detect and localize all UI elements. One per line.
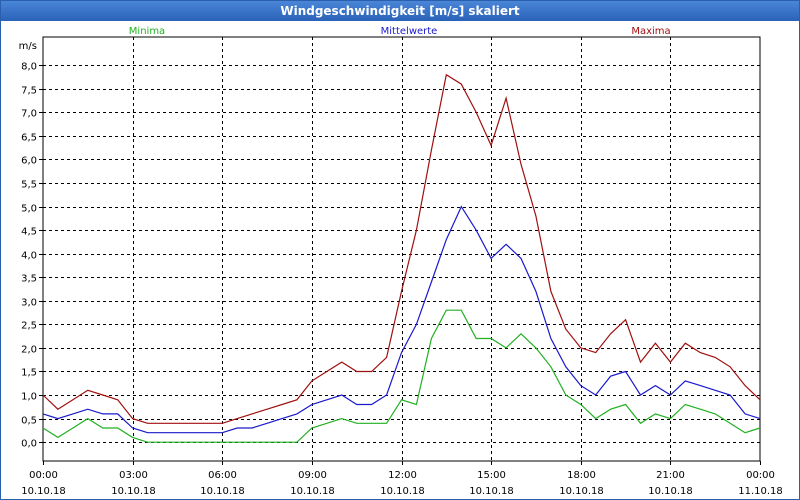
x-tick-date: 11.10.18 bbox=[738, 486, 783, 497]
y-tick-label: 6,5 bbox=[21, 133, 37, 144]
legend-minima: Minima bbox=[129, 26, 165, 37]
y-tick-label: 4,0 bbox=[21, 251, 37, 262]
x-tick-date: 10.10.18 bbox=[469, 486, 514, 497]
x-axis: 00:00 10.10.18 03:00 10.10.18 06:00 10.10.18 0… bbox=[21, 461, 783, 497]
y-tick-label: 3,0 bbox=[21, 298, 37, 309]
y-tick-label: 2,5 bbox=[21, 321, 37, 332]
x-tick-time: 12:00 bbox=[388, 470, 417, 481]
grid bbox=[42, 36, 761, 462]
y-tick-label: 4,5 bbox=[21, 227, 37, 238]
x-tick-time: 21:00 bbox=[656, 470, 685, 481]
x-tick-time: 15:00 bbox=[477, 470, 506, 481]
y-tick-label: 1,5 bbox=[21, 368, 37, 379]
x-tick-time: 03:00 bbox=[119, 470, 148, 481]
y-tick-label: 0,0 bbox=[21, 439, 37, 450]
x-tick-date: 10.10.18 bbox=[200, 486, 245, 497]
x-tick-date: 10.10.18 bbox=[559, 486, 604, 497]
plot-area bbox=[42, 36, 761, 462]
series-lines bbox=[42, 73, 761, 443]
y-axis: 0,0 0,5 1,0 1,5 2,0 2,5 3,0 3,5 4,0 4,5 5,0 5,5 6,0 6… bbox=[19, 41, 43, 450]
x-tick-time: 09:00 bbox=[298, 470, 327, 481]
legend: Minima Mittelwerte Maxima bbox=[129, 26, 671, 37]
x-tick-time: 18:00 bbox=[567, 470, 596, 481]
y-tick-label: 5,0 bbox=[21, 204, 37, 215]
series-line-mittelwerte bbox=[42, 205, 761, 434]
y-tick-label: 2,0 bbox=[21, 345, 37, 356]
y-tick-label: 0,5 bbox=[21, 416, 37, 427]
y-tick-label: 5,5 bbox=[21, 180, 37, 191]
series-line-minima bbox=[42, 309, 761, 443]
x-tick-time: 00:00 bbox=[29, 470, 58, 481]
y-axis-unit: m/s bbox=[19, 41, 37, 52]
x-tick-date: 10.10.18 bbox=[380, 486, 425, 497]
wind-speed-chart: 0,0 0,5 1,0 1,5 2,0 2,5 3,0 3,5 4,0 4,5 5,0 5,5 6,0 6… bbox=[19, 26, 783, 497]
y-tick-label: 1,0 bbox=[21, 392, 37, 403]
x-tick-date: 10.10.18 bbox=[648, 486, 693, 497]
legend-mittelwerte: Mittelwerte bbox=[381, 26, 438, 37]
x-tick-time: 00:00 bbox=[746, 470, 775, 481]
x-tick-date: 10.10.18 bbox=[21, 486, 66, 497]
y-tick-label: 6,0 bbox=[21, 156, 37, 167]
series-line-maxima bbox=[42, 73, 761, 424]
x-tick-date: 10.10.18 bbox=[290, 486, 335, 497]
legend-maxima: Maxima bbox=[631, 26, 670, 37]
y-tick-label: 8,0 bbox=[21, 62, 37, 73]
y-tick-label: 3,5 bbox=[21, 274, 37, 285]
y-tick-label: 7,5 bbox=[21, 86, 37, 97]
y-tick-label: 7,0 bbox=[21, 109, 37, 120]
x-tick-time: 06:00 bbox=[208, 470, 237, 481]
x-tick-date: 10.10.18 bbox=[111, 486, 156, 497]
